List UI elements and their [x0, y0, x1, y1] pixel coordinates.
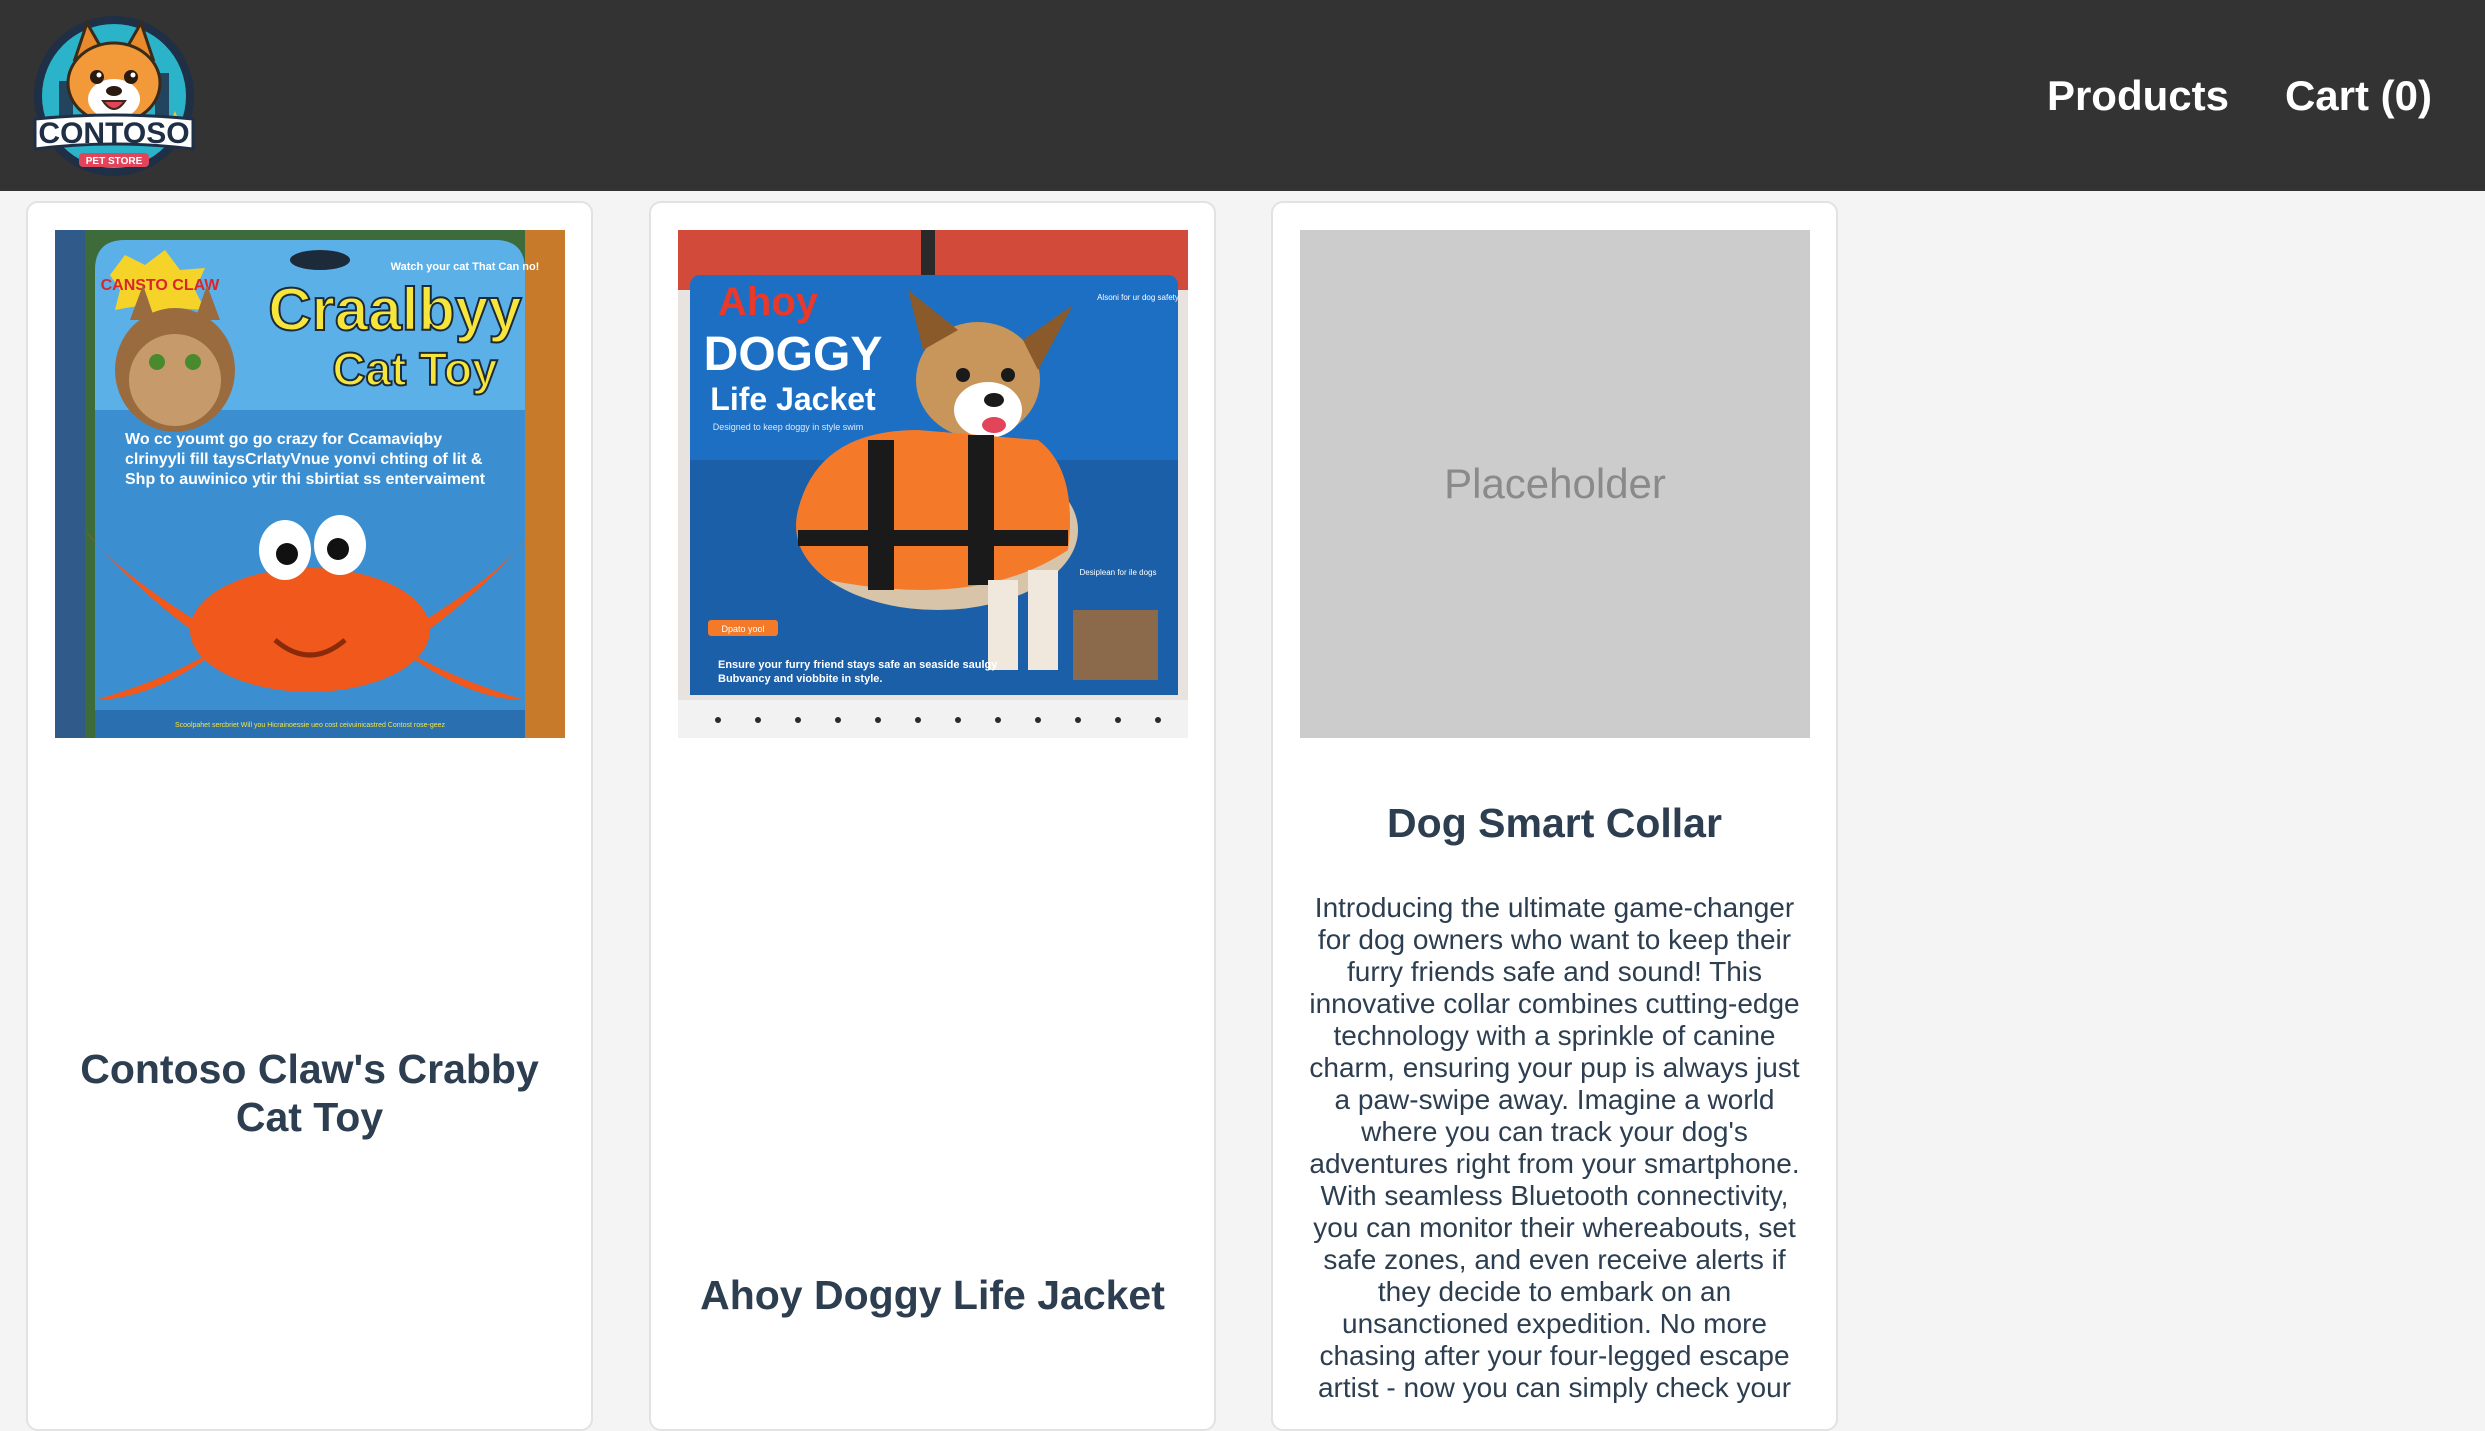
svg-text:Watch your cat That Can no!: Watch your cat That Can no!: [391, 261, 540, 273]
top-navigation-bar: CONTOSO PET STORE Products Cart (0): [0, 0, 2485, 191]
svg-text:PET STORE: PET STORE: [86, 156, 143, 167]
product-image-crabby-cat-toy[interactable]: CANSTO CLAW Craalbyy Cat Toy Watch your …: [55, 230, 565, 738]
product-card[interactable]: CANSTO CLAW Craalbyy Cat Toy Watch your …: [26, 201, 593, 1431]
product-title[interactable]: Contoso Claw's Crabby Cat Toy: [48, 1045, 571, 1141]
svg-text:CONTOSO: CONTOSO: [38, 117, 189, 150]
svg-text:Cat Toy: Cat Toy: [332, 343, 498, 395]
product-title[interactable]: Ahoy Doggy Life Jacket: [671, 1271, 1194, 1319]
svg-text:Life Jacket: Life Jacket: [710, 381, 876, 417]
svg-text:Scoolpahet sercbriet Will you: Scoolpahet sercbriet Will you Hicrainoes…: [175, 722, 446, 729]
product-card[interactable]: Placeholder Dog Smart Collar Introducing…: [1271, 201, 1838, 1431]
product-image-doggy-life-jacket[interactable]: Ahoy DOGGY Life Jacket Designed to keep …: [678, 230, 1188, 738]
main-nav: Products Cart (0): [2047, 0, 2432, 191]
product-description: Introducing the ultimate game-changer fo…: [1309, 892, 1800, 1403]
svg-text:Alsoni for ur dog safety: Alsoni for ur dog safety: [1097, 293, 1179, 302]
product-image-placeholder[interactable]: Placeholder: [1300, 230, 1810, 738]
product-title[interactable]: Dog Smart Collar: [1293, 799, 1816, 847]
contoso-pet-store-logo[interactable]: CONTOSO PET STORE: [27, 11, 201, 177]
svg-text:Dpato yool: Dpato yool: [721, 624, 764, 634]
svg-text:Designed to keep doggy in styl: Designed to keep doggy in style swim: [713, 422, 864, 432]
svg-text:DOGGY: DOGGY: [704, 328, 883, 381]
svg-text:Desiplean for ile dogs: Desiplean for ile dogs: [1080, 568, 1157, 577]
nav-products-link[interactable]: Products: [2047, 72, 2229, 120]
nav-cart-link[interactable]: Cart (0): [2285, 72, 2432, 120]
svg-text:Craalbyy: Craalbyy: [268, 276, 522, 343]
placeholder-text: Placeholder: [1444, 460, 1666, 507]
svg-text:Ahoy: Ahoy: [718, 280, 819, 324]
svg-text:CANSTO CLAW: CANSTO CLAW: [101, 277, 221, 294]
product-card[interactable]: Ahoy DOGGY Life Jacket Designed to keep …: [649, 201, 1216, 1431]
